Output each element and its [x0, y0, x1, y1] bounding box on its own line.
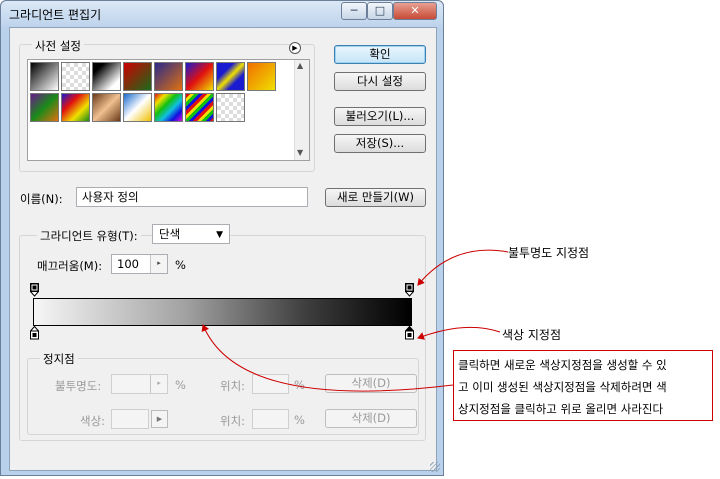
- annotation-line: 고 이미 생성된 색상지정점을 삭제하려면 색: [458, 380, 667, 394]
- annotation-box: 클릭하면 새로운 색상지정점을 생성할 수 있 고 이미 생성된 색상지정점을 …: [453, 350, 713, 421]
- annotation-line: 클릭하면 새로운 색상지정점을 생성할 수 있: [458, 358, 667, 372]
- annotation-opacity-stop: 불투명도 지정점: [508, 246, 590, 260]
- annotation-color-stop: 색상 지정점: [502, 328, 562, 342]
- annotation-line: 상지정점을 클릭하고 위로 올리면 사라진다: [458, 402, 664, 416]
